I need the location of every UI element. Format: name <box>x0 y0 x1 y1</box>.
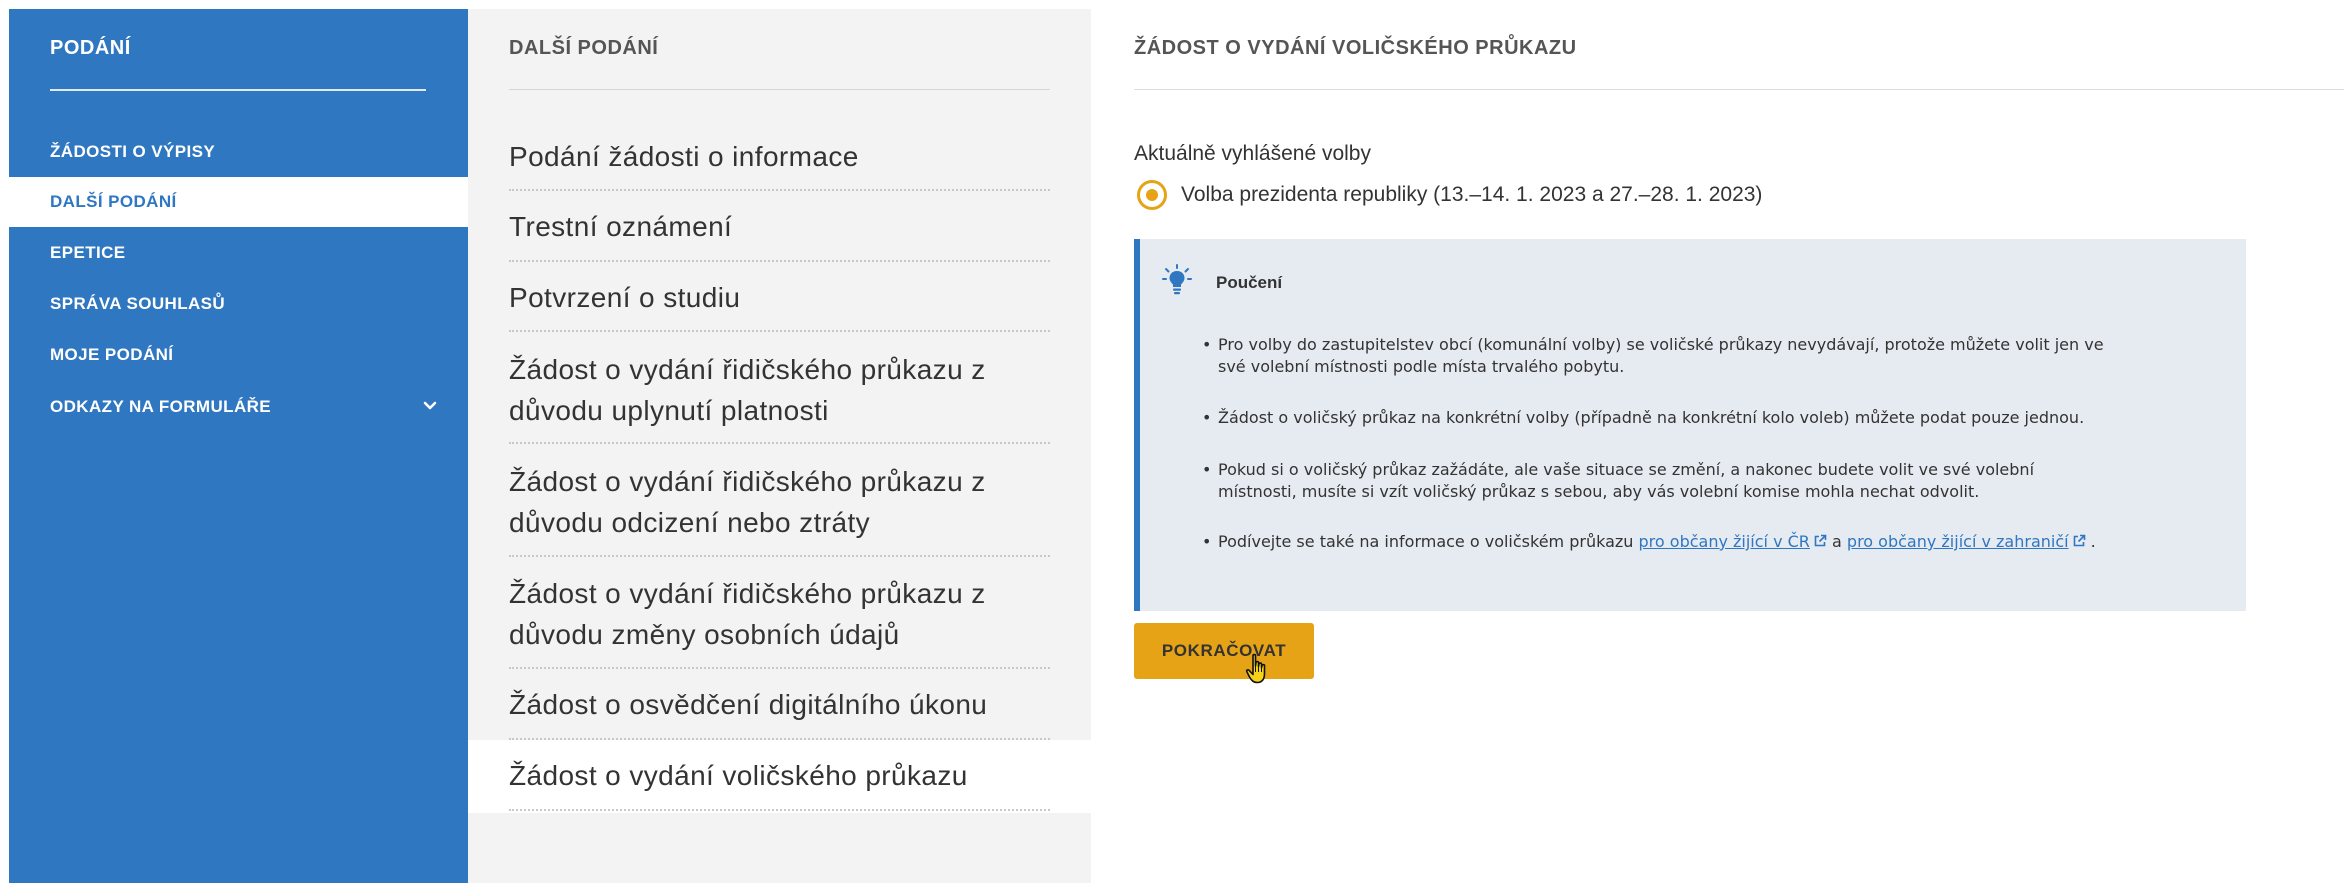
form-content: ŽÁDOST O VYDÁNÍ VOLIČSKÉHO PRŮKAZU Aktuá… <box>1091 9 2344 883</box>
sidebar-item-zadosti-o-vypisy[interactable]: ŽÁDOSTI O VÝPISY <box>9 127 468 177</box>
sidebar-item-dalsi-podani[interactable]: DALŠÍ PODÁNÍ <box>9 177 468 227</box>
chevron-down-icon[interactable] <box>420 396 440 416</box>
list-item-ridicsky-prukaz-zmena-udaju[interactable]: Žádost o vydání řidičského průkazu z dův… <box>509 573 1050 669</box>
election-radio[interactable] <box>1137 180 1167 210</box>
app-frame: PODÁNÍ ŽÁDOSTI O VÝPISY DALŠÍ PODÁNÍ EPE… <box>9 9 2344 883</box>
list-item-label-line2: důvodu změny osobních údajů <box>509 619 900 650</box>
info-bullet: Pokud si o voličský průkaz zažádáte, ale… <box>1202 459 2202 503</box>
sidebar-item-label: DALŠÍ PODÁNÍ <box>50 192 177 211</box>
info-bullet-line2: místnosti, musíte si vzít voličský průka… <box>1218 482 1980 501</box>
info-bullet-text: . <box>2085 532 2096 551</box>
list-item-potvrzeni-o-studiu[interactable]: Potvrzení o studiu <box>509 277 1050 332</box>
list-item-trestni-oznameni[interactable]: Trestní oznámení <box>509 206 1050 262</box>
info-bullet-text: a <box>1826 532 1847 551</box>
sidebar-item-odkazy-na-formulare[interactable]: ODKAZY NA FORMULÁŘE <box>9 382 468 432</box>
sidebar-item-label: ODKAZY NA FORMULÁŘE <box>50 397 272 416</box>
info-box: Poučení Pro volby do zastupitelstev obcí… <box>1134 239 2246 611</box>
list-item-ridicsky-prukaz-odcizeni[interactable]: Žádost o vydání řidičského průkazu z dův… <box>509 461 1050 557</box>
list-item-label-line1: Žádost o vydání řidičského průkazu z <box>509 354 986 385</box>
elections-label: Aktuálně vyhlášené volby <box>1134 142 1371 165</box>
info-bullet-line2: své volební místnosti podle místa trvalé… <box>1218 357 1625 376</box>
list-item-label: Potvrzení o studiu <box>509 282 741 313</box>
link-label: pro občany žijící v zahraničí <box>1846 532 2069 551</box>
info-title: Poučení <box>1216 273 1283 292</box>
info-bullet-line1: Pokud si o voličský průkaz zažádáte, ale… <box>1218 460 2035 479</box>
election-option-label[interactable]: Volba prezidenta republiky (13.–14. 1. 2… <box>1181 183 1762 207</box>
sidebar-item-epetice[interactable]: EPETICE <box>9 228 468 278</box>
page-title: ŽÁDOST O VYDÁNÍ VOLIČSKÉHO PRŮKAZU <box>1134 37 1577 59</box>
list-item-osvedceni-digitalniho-ukonu[interactable]: Žádost o osvědčení digitálního úkonu <box>509 684 1050 740</box>
continue-button[interactable]: POKRAČOVAT <box>1134 623 1314 679</box>
sidebar-item-label: ŽÁDOSTI O VÝPISY <box>50 142 216 161</box>
sidebar-item-label: SPRÁVA SOUHLASŮ <box>50 294 226 313</box>
sidebar-title: PODÁNÍ <box>50 37 131 59</box>
list-item-label: Trestní oznámení <box>509 211 733 242</box>
list-item-label-line2: důvodu odcizení nebo ztráty <box>509 507 871 538</box>
panel-divider <box>509 89 1050 90</box>
info-bullet: Pro volby do zastupitelstev obcí (komuná… <box>1202 334 2202 378</box>
link-obcane-zahranici[interactable]: pro občany žijící v zahraničí <box>1847 532 2086 551</box>
link-obcane-cr[interactable]: pro občany žijící v ČR <box>1639 532 1827 551</box>
sidebar-divider <box>50 89 426 91</box>
list-item-label-line2: důvodu uplynutí platnosti <box>509 395 829 426</box>
info-bullet-line1: Žádost o voličský průkaz na konkrétní vo… <box>1218 408 2085 427</box>
lightbulb-icon <box>1162 264 1192 295</box>
sidebar-item-sprava-souhlasu[interactable]: SPRÁVA SOUHLASŮ <box>9 279 468 329</box>
panel-title: DALŠÍ PODÁNÍ <box>509 37 659 59</box>
list-item-ridicsky-prukaz-platnost[interactable]: Žádost o vydání řidičského průkazu z dův… <box>509 349 1050 444</box>
info-bullet: Žádost o voličský průkaz na konkrétní vo… <box>1202 407 2202 429</box>
list-item-label: Žádost o vydání voličského průkazu <box>509 760 968 791</box>
sidebar-item-label: EPETICE <box>50 243 126 262</box>
sidebar: PODÁNÍ ŽÁDOSTI O VÝPISY DALŠÍ PODÁNÍ EPE… <box>9 9 468 883</box>
link-label: pro občany žijící v ČR <box>1638 532 1810 551</box>
list-item-label: Podání žádosti o informace <box>509 141 859 172</box>
submission-list-panel: DALŠÍ PODÁNÍ Podání žádosti o informace … <box>468 9 1091 883</box>
list-item-volicsky-prukaz[interactable]: Žádost o vydání voličského průkazu <box>509 755 1050 811</box>
title-divider <box>1134 89 2344 90</box>
list-item-label-line1: Žádost o vydání řidičského průkazu z <box>509 578 986 609</box>
list-item-label: Žádost o osvědčení digitálního úkonu <box>509 689 988 720</box>
list-item-podani-zadosti-o-informace[interactable]: Podání žádosti o informace <box>509 136 1050 191</box>
external-link-icon <box>1814 534 1827 547</box>
external-link-icon <box>2073 534 2085 547</box>
list-item-label-line1: Žádost o vydání řidičského průkazu z <box>509 466 986 497</box>
info-bullet-text: Podívejte se také na informace o voličsk… <box>1218 532 1639 551</box>
info-bullet-line1: Pro volby do zastupitelstev obcí (komuná… <box>1218 335 2104 354</box>
sidebar-item-label: MOJE PODÁNÍ <box>50 345 174 364</box>
info-bullet: Podívejte se také na informace o voličsk… <box>1202 531 2202 553</box>
hand-cursor-icon <box>1245 653 1266 684</box>
sidebar-item-moje-podani[interactable]: MOJE PODÁNÍ <box>9 330 468 380</box>
